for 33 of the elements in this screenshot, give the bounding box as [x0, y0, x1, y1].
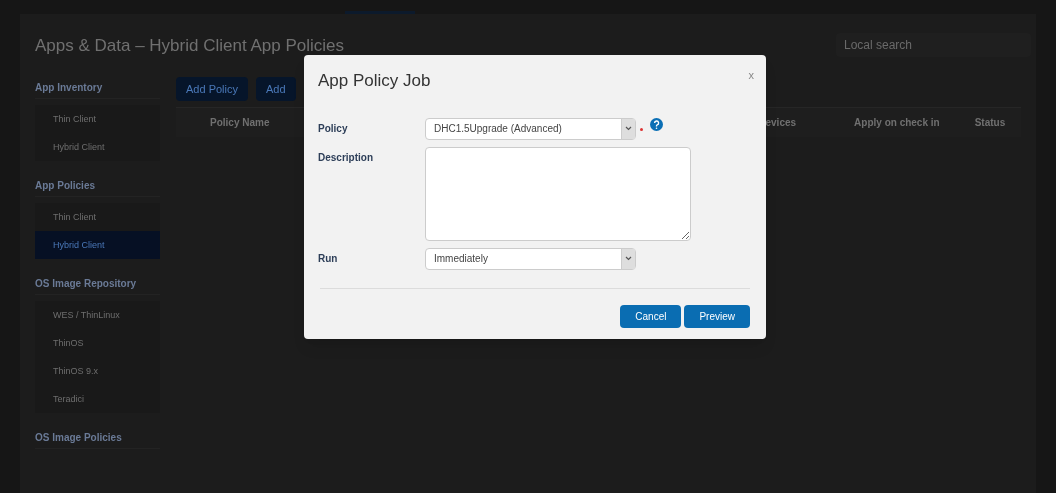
sidebar-item[interactable]: Hybrid Client — [35, 231, 160, 259]
column-header: Apply on check in — [854, 116, 940, 130]
toolbar-button[interactable]: Add Policy — [176, 77, 248, 101]
sidebar-item[interactable]: Thin Client — [35, 203, 160, 231]
section-heading: App Policies — [35, 175, 160, 197]
section-heading: OS Image Repository — [35, 273, 160, 295]
dropdown-caret-icon — [621, 118, 635, 139]
column-header: evices — [765, 116, 797, 130]
description-field[interactable] — [425, 146, 691, 241]
column-header: Status — [974, 116, 1006, 130]
close-button[interactable]: x — [748, 67, 754, 84]
dialog-button[interactable]: Cancel — [620, 304, 682, 328]
select-field[interactable]: Immediately — [425, 247, 636, 270]
field-label: Policy — [318, 121, 349, 136]
select-value: Immediately — [433, 252, 489, 266]
toolbar-button[interactable]: Add — [256, 77, 296, 101]
dropdown-caret-icon — [621, 248, 635, 269]
dialog-button[interactable]: Preview — [684, 304, 750, 328]
select-value: DHC1.5Upgrade (Advanced) — [433, 122, 563, 136]
sidebar-item[interactable]: Thin Client — [35, 105, 160, 133]
page-title: Apps & Data – Hybrid Client App Policies — [35, 36, 344, 56]
sidebar-item[interactable]: Teradici — [35, 385, 160, 413]
sidebar-item[interactable]: ThinOS 9.x — [35, 357, 160, 385]
section-heading: OS Image Policies — [35, 427, 160, 449]
sidebar-item[interactable]: ThinOS — [35, 329, 160, 357]
field-label: Run — [318, 251, 339, 266]
select-field[interactable]: DHC1.5Upgrade (Advanced) — [425, 117, 636, 140]
section-heading: App Inventory — [35, 77, 160, 99]
dialog-title: App Policy Job — [318, 70, 431, 92]
column-header: Policy Name — [210, 116, 270, 130]
field-label: Description — [318, 150, 374, 165]
sidebar-item[interactable]: WES / ThinLinux — [35, 301, 160, 329]
sidebar-item[interactable]: Hybrid Client — [35, 133, 160, 161]
